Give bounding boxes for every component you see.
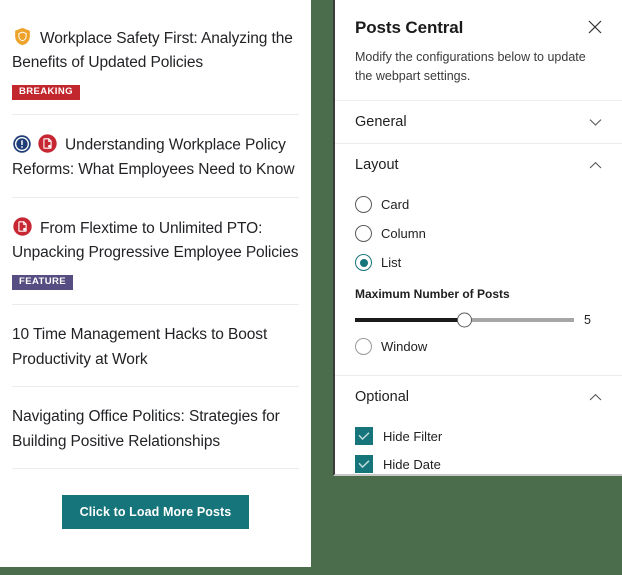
checkmark-icon[interactable] <box>355 427 373 445</box>
list-item[interactable]: Workplace Safety First: Analyzing the Be… <box>12 0 299 116</box>
post-title-row: From Flextime to Unlimited PTO: Unpackin… <box>12 216 299 266</box>
radio-icon-selected[interactable] <box>355 254 372 271</box>
optional-options: Hide Filter Hide Date <box>335 418 622 474</box>
posts-list: Workplace Safety First: Analyzing the Be… <box>0 0 311 530</box>
load-more-container: Click to Load More Posts <box>12 469 299 530</box>
section-general: General <box>335 101 622 144</box>
section-label-general: General <box>355 114 407 130</box>
slider-label: Maximum Number of Posts <box>355 287 510 301</box>
page-title: Posts Central <box>355 18 464 37</box>
radio-icon[interactable] <box>355 225 372 242</box>
checkbox-label-hide-filter: Hide Filter <box>383 428 443 444</box>
radio-label-list: List <box>381 255 402 270</box>
radio-option-window[interactable]: Window <box>355 332 602 361</box>
max-posts-slider-block: Maximum Number of Posts 5 <box>355 277 602 332</box>
chevron-down-icon[interactable] <box>589 118 602 127</box>
radio-option-list[interactable]: List <box>355 248 602 277</box>
slider-thumb[interactable] <box>457 312 472 328</box>
property-pane: Posts Central Modify the configurations … <box>333 0 622 476</box>
radio-icon[interactable] <box>355 338 372 355</box>
section-label-layout: Layout <box>355 157 399 173</box>
post-title-text: From Flextime to Unlimited PTO: Unpackin… <box>12 219 299 262</box>
post-title-text: Workplace Safety First: Analyzing the Be… <box>12 30 293 72</box>
posts-webpart: Workplace Safety First: Analyzing the Be… <box>0 0 311 567</box>
post-title-text: 10 Time Management Hacks to Boost Produc… <box>12 326 268 368</box>
post-title-row: Workplace Safety First: Analyzing the Be… <box>12 26 299 76</box>
checkbox-label-hide-date: Hide Date <box>383 456 441 472</box>
checkbox-hide-filter[interactable]: Hide Filter <box>355 422 602 450</box>
post-title-text: Navigating Office Politics: Strategies f… <box>12 408 280 450</box>
close-button[interactable] <box>584 16 606 38</box>
post-icons <box>12 26 33 47</box>
checkbox-hide-date[interactable]: Hide Date <box>355 450 602 474</box>
max-posts-slider[interactable] <box>355 312 574 328</box>
pane-header: Posts Central Modify the configurations … <box>335 0 622 101</box>
radio-label-window: Window <box>381 339 428 354</box>
radio-icon[interactable] <box>355 196 372 213</box>
document-circle-icon <box>12 216 33 237</box>
close-icon <box>588 20 602 34</box>
section-optional: Optional Hide Filter Hide Date <box>335 376 622 474</box>
slider-fill <box>355 318 465 322</box>
status-badge: FEATURE <box>12 274 73 291</box>
slider-value: 5 <box>584 313 591 327</box>
document-circle-icon <box>37 133 58 154</box>
post-title-row: Understanding Workplace Policy Reforms: … <box>12 133 299 182</box>
radio-option-column[interactable]: Column <box>355 219 602 248</box>
list-item[interactable]: 10 Time Management Hacks to Boost Produc… <box>12 305 299 388</box>
load-more-posts-button[interactable]: Click to Load More Posts <box>61 495 250 530</box>
radio-label-column: Column <box>381 226 426 241</box>
section-header-general[interactable]: General <box>335 101 622 143</box>
slider-row: 5 <box>355 310 602 330</box>
alert-circle-icon <box>12 134 32 154</box>
section-header-optional[interactable]: Optional <box>335 376 622 418</box>
checkmark-icon[interactable] <box>355 455 373 473</box>
post-icons <box>12 216 33 237</box>
chevron-up-icon[interactable] <box>589 393 602 402</box>
section-layout: Layout Card Column List Maximum Number o… <box>335 144 622 376</box>
section-header-layout[interactable]: Layout <box>335 144 622 186</box>
pane-description: Modify the configurations below to updat… <box>355 50 586 83</box>
list-item[interactable]: Navigating Office Politics: Strategies f… <box>12 387 299 470</box>
list-item[interactable]: From Flextime to Unlimited PTO: Unpackin… <box>12 198 299 306</box>
chevron-up-icon[interactable] <box>589 161 602 170</box>
list-item[interactable]: Understanding Workplace Policy Reforms: … <box>12 115 299 198</box>
section-label-optional: Optional <box>355 389 410 405</box>
post-icons <box>12 133 58 154</box>
status-badge: BREAKING <box>12 84 80 101</box>
radio-option-card[interactable]: Card <box>355 190 602 219</box>
layout-options: Card Column List Maximum Number of Posts… <box>335 186 622 375</box>
shield-icon <box>12 26 33 47</box>
radio-label-card: Card <box>381 197 410 212</box>
